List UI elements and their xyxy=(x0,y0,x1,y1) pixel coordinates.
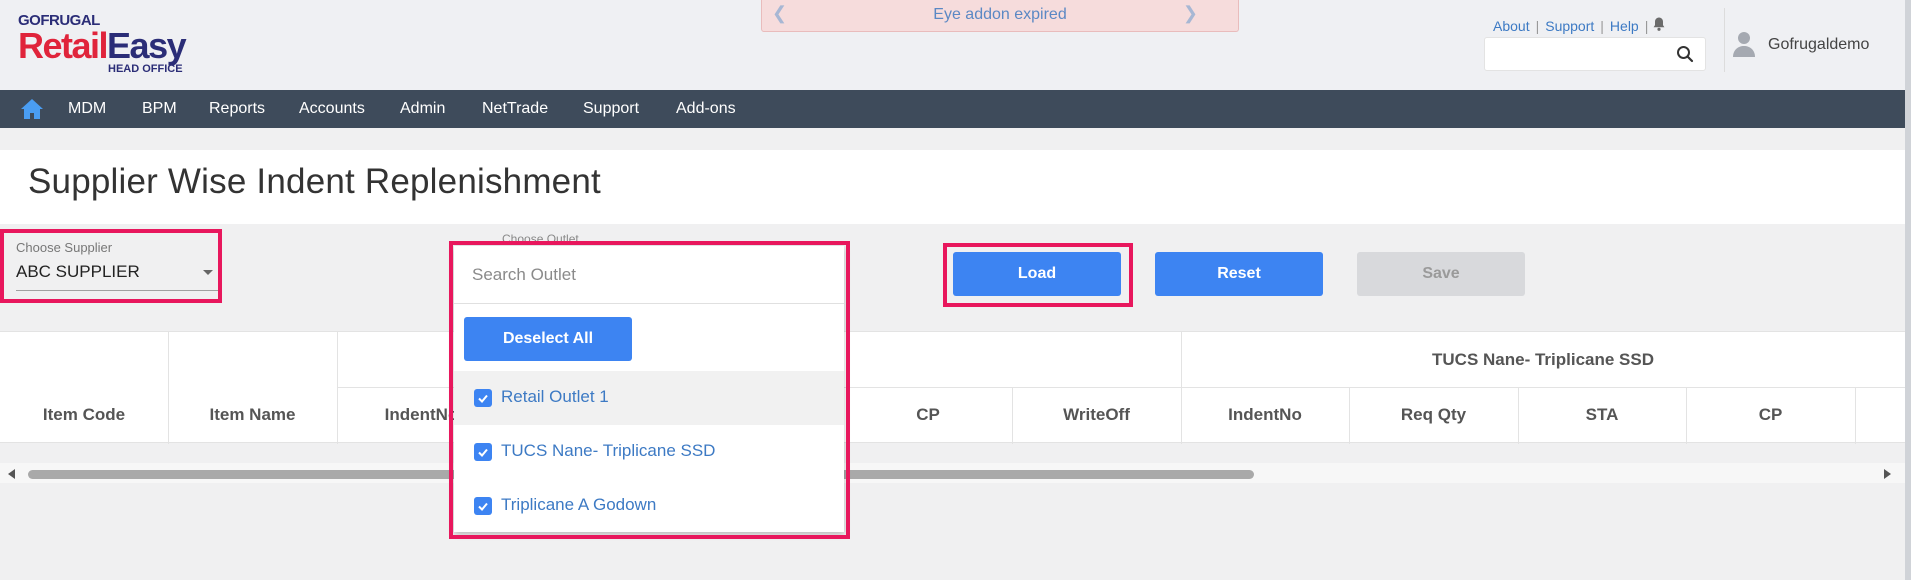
window-right-border xyxy=(1905,0,1911,580)
logo-brand-main: RetailEasy xyxy=(18,25,187,66)
link-separator: | xyxy=(1600,18,1604,34)
header-divider xyxy=(1724,8,1725,72)
scroll-right-arrow[interactable] xyxy=(1884,469,1891,479)
nav-item-accounts[interactable]: Accounts xyxy=(299,100,365,118)
supplier-highlight-box xyxy=(0,229,222,303)
column-header-item-name[interactable]: Item Name xyxy=(168,405,337,425)
search-icon[interactable] xyxy=(1676,45,1694,63)
column-header-cp[interactable]: CP xyxy=(844,405,1012,425)
home-icon[interactable] xyxy=(20,98,44,120)
load-highlight-box xyxy=(943,243,1133,307)
logo-easy-text: Easy xyxy=(107,25,187,66)
bell-icon[interactable] xyxy=(1651,16,1667,32)
link-separator: | xyxy=(1535,18,1540,34)
column-header-indent-no[interactable]: IndentNo xyxy=(1181,405,1349,425)
nav-item-nettrade[interactable]: NetTrade xyxy=(482,100,548,118)
notice-next-icon[interactable]: ❯ xyxy=(1183,3,1198,24)
nav-item-reports[interactable]: Reports xyxy=(209,100,265,118)
outlet-highlight-box xyxy=(449,241,850,539)
global-search-field[interactable] xyxy=(1484,37,1706,71)
notice-text: Eye addon expired xyxy=(933,6,1067,23)
nav-item-mdm[interactable]: MDM xyxy=(68,100,106,118)
support-link[interactable]: Support xyxy=(1545,18,1594,34)
scroll-left-arrow[interactable] xyxy=(8,469,15,479)
column-divider xyxy=(1181,332,1182,444)
column-header-req-qty[interactable]: Req Qty xyxy=(1349,405,1518,425)
page-title: Supplier Wise Indent Replenishment xyxy=(28,162,601,201)
nav-item-bpm[interactable]: BPM xyxy=(142,100,177,118)
outlet-group-header: TUCS Nane- Triplicane SSD xyxy=(1432,350,1654,369)
global-search-input[interactable] xyxy=(1491,44,1661,66)
column-divider xyxy=(1855,387,1856,444)
link-separator: | xyxy=(1644,18,1649,34)
nav-item-support[interactable]: Support xyxy=(583,100,639,118)
logo-retail-text: Retail xyxy=(18,25,109,66)
nav-item-admin[interactable]: Admin xyxy=(400,100,445,118)
retaileasy-logo[interactable]: GOFRUGAL RetailEasy HEAD OFFICE xyxy=(18,12,228,78)
column-header-cp[interactable]: CP xyxy=(1686,405,1855,425)
horizontal-scrollbar[interactable] xyxy=(0,463,1905,483)
column-header-sta[interactable]: STA xyxy=(1518,405,1686,425)
page-header: Supplier Wise Indent Replenishment xyxy=(0,150,1905,224)
app-header: GOFRUGAL RetailEasy HEAD OFFICE ❮ Eye ad… xyxy=(0,0,1911,90)
addon-notice-banner: ❮ Eye addon expired ❯ xyxy=(761,0,1239,32)
column-header-item-code[interactable]: Item Code xyxy=(0,405,168,425)
column-divider xyxy=(168,332,169,444)
reset-button[interactable]: Reset xyxy=(1155,252,1323,296)
about-link[interactable]: About xyxy=(1493,18,1530,34)
top-links: About | Support | Help | xyxy=(1493,18,1654,34)
help-link[interactable]: Help xyxy=(1610,18,1639,34)
logo-head-office: HEAD OFFICE xyxy=(108,63,183,75)
main-nav: MDM BPM Reports Accounts Admin NetTrade … xyxy=(0,90,1905,128)
column-header-writeoff[interactable]: WriteOff xyxy=(1012,405,1181,425)
indent-table: TUCS Nane- Triplicane SSD Item Code Item… xyxy=(0,331,1905,444)
user-avatar-icon[interactable] xyxy=(1732,30,1756,58)
column-divider xyxy=(337,332,338,444)
username-label[interactable]: Gofrugaldemo xyxy=(1768,36,1869,54)
nav-item-addons[interactable]: Add-ons xyxy=(676,100,736,118)
save-button[interactable]: Save xyxy=(1357,252,1525,296)
